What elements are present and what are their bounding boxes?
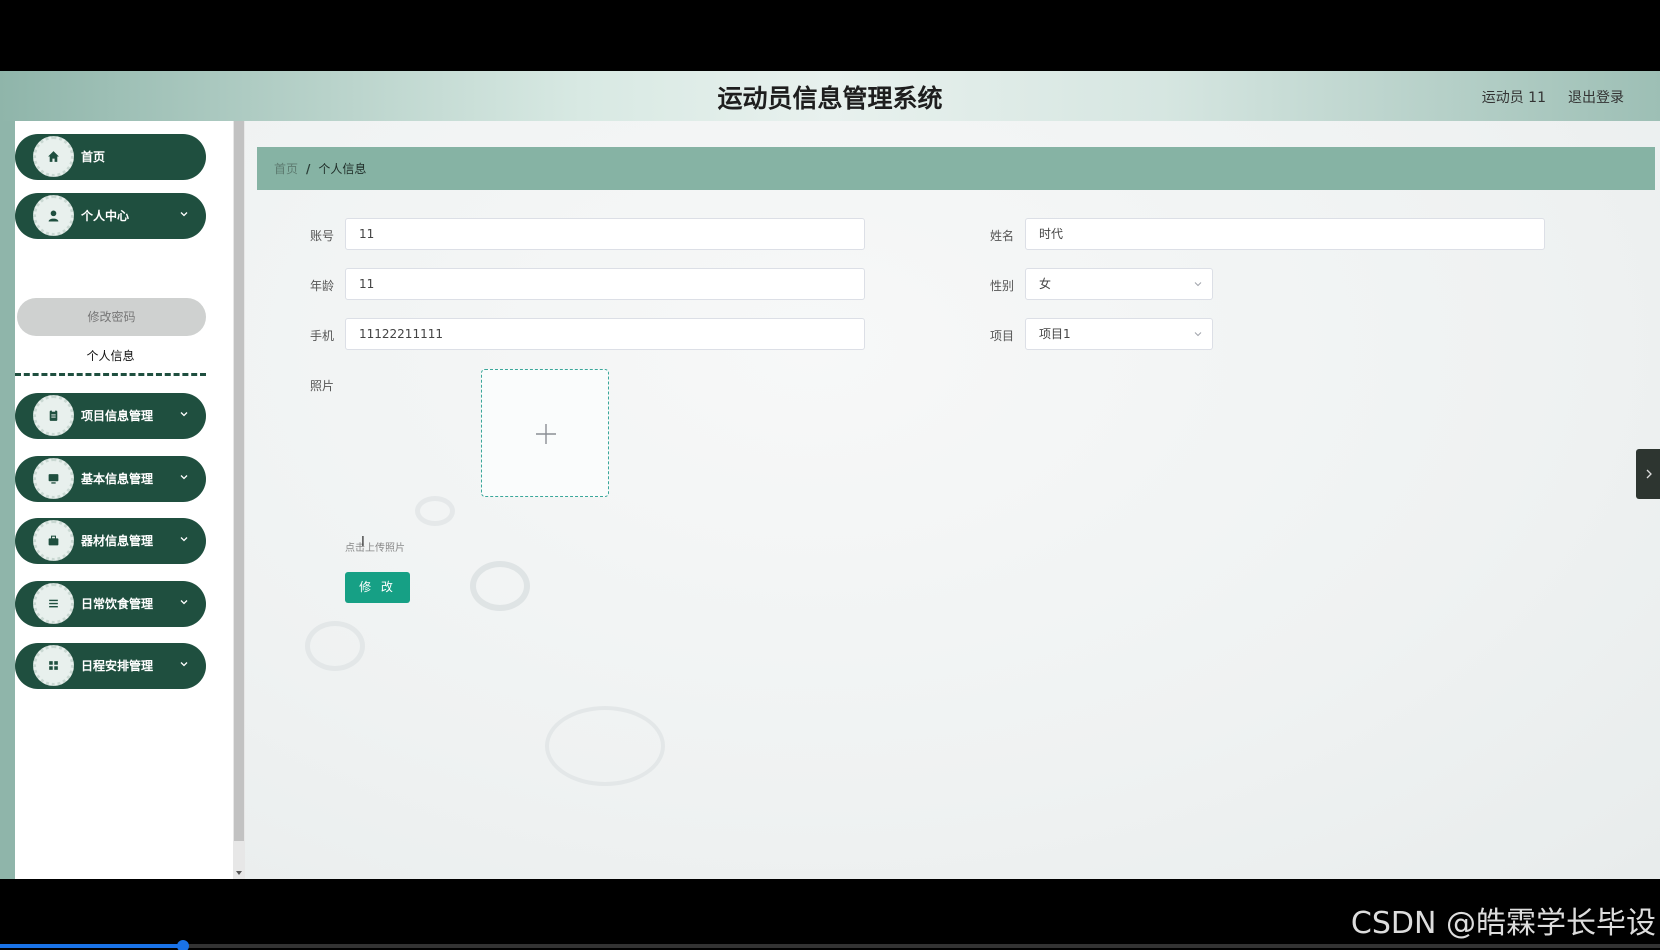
background-decoration [415,496,455,526]
monitor-icon [33,458,74,499]
sidebar-item-equipment-info[interactable]: 器材信息管理 [15,518,206,564]
chevron-right-icon [1646,469,1652,479]
screen: 运动员信息管理系统 运动员 11 退出登录 首页 个人中心 修改密码 个人信息 … [0,0,1660,950]
list-icon [33,583,74,624]
main-content: 首页 / 个人信息 账号 11 姓名 时代 年龄 11 性别 女 手机 1112… [245,121,1660,879]
current-user-label: 运动员 11 [1481,90,1546,106]
sidebar-item-label: 项目信息管理 [81,409,154,423]
photo-label: 照片 [310,379,335,393]
chevron-down-icon [180,412,188,417]
breadcrumb-separator: / [306,161,311,176]
watermark-text: CSDN @皓霖学长毕设 [1350,906,1656,941]
submit-modify-button[interactable]: 修 改 [345,572,410,603]
sidebar-subitem-change-password[interactable]: 修改密码 [17,298,206,336]
sidebar-item-label: 个人中心 [81,209,130,223]
project-label: 项目 [990,329,1015,343]
account-input[interactable]: 11 [345,218,865,250]
sidebar-item-personal-center[interactable]: 个人中心 [15,193,206,239]
name-label: 姓名 [990,229,1015,243]
grid-icon [33,645,74,686]
video-progress-knob[interactable] [176,940,189,950]
sidebar-scrollbar[interactable] [233,121,245,879]
text-cursor-icon: I [361,535,365,550]
sidebar-item-label: 日常饮食管理 [81,597,154,611]
background-decoration [470,561,530,611]
gender-label: 性别 [990,279,1015,293]
chevron-down-icon [1194,282,1202,287]
photo-upload-area[interactable] [481,369,609,497]
clipboard-icon [33,395,74,436]
sidebar-item-schedule[interactable]: 日程安排管理 [15,643,206,689]
sidebar-item-daily-diet[interactable]: 日常饮食管理 [15,581,206,627]
app-title: 运动员信息管理系统 [717,84,943,113]
sidebar-item-label: 基本信息管理 [81,472,154,486]
upload-tip-text: 点击上传照片 [345,543,405,554]
age-label: 年龄 [310,279,335,293]
briefcase-icon [33,520,74,561]
age-input[interactable]: 11 [345,268,865,300]
app-window: 运动员信息管理系统 运动员 11 退出登录 首页 个人中心 修改密码 个人信息 … [0,71,1660,879]
plus-icon [536,424,556,444]
project-select-value: 项目1 [1039,327,1071,341]
sidebar-subitem-personal-info[interactable]: 个人信息 [15,336,206,376]
chevron-down-icon [180,600,188,605]
video-progress-bar[interactable] [0,940,1660,950]
top-header: 运动员信息管理系统 运动员 11 退出登录 [0,71,1660,121]
chevron-down-icon [180,662,188,667]
breadcrumb-current: 个人信息 [318,162,367,176]
drawer-toggle-handle[interactable] [1636,449,1660,499]
video-progress-fill [0,944,183,948]
scrollbar-thumb[interactable] [234,121,244,841]
sidebar-item-label: 首页 [81,150,106,164]
logout-link[interactable]: 退出登录 [1568,87,1624,107]
sidebar: 首页 个人中心 修改密码 个人信息 项目信息管理 基本信息管理 器材信息管理 日… [15,121,233,879]
breadcrumb-home-link[interactable]: 首页 [274,160,298,177]
background-decoration [305,621,365,671]
chevron-down-icon [180,537,188,542]
phone-label: 手机 [310,329,335,343]
gender-select[interactable]: 女 [1025,268,1213,300]
chevron-down-icon [1194,332,1202,337]
sidebar-item-project-info[interactable]: 项目信息管理 [15,393,206,439]
user-icon [33,195,74,236]
breadcrumb: 首页 / 个人信息 [257,147,1655,190]
account-label: 账号 [310,229,335,243]
scroll-down-arrow-icon[interactable] [236,871,242,875]
phone-input[interactable]: 11122211111 [345,318,865,350]
chevron-down-icon [180,212,188,217]
home-icon [33,136,74,177]
sidebar-item-label: 日程安排管理 [81,659,154,673]
sidebar-item-label: 器材信息管理 [81,534,154,548]
project-select[interactable]: 项目1 [1025,318,1213,350]
name-input[interactable]: 时代 [1025,218,1545,250]
gender-select-value: 女 [1039,277,1052,291]
chevron-down-icon [180,475,188,480]
sidebar-item-basic-info[interactable]: 基本信息管理 [15,456,206,502]
sidebar-item-home[interactable]: 首页 [15,134,206,180]
background-decoration [545,706,665,786]
